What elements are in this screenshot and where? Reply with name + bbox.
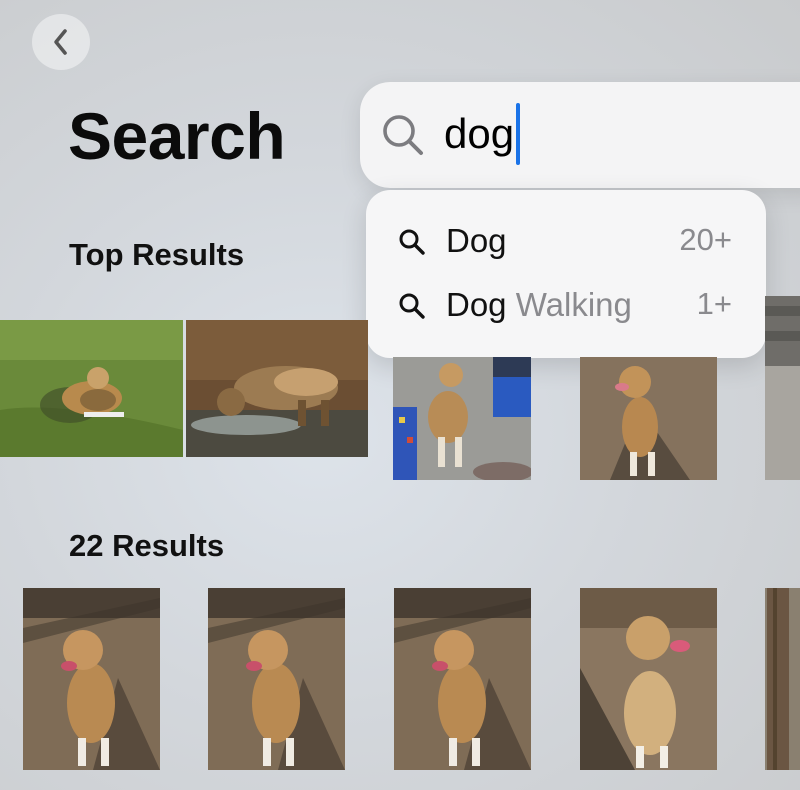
- photo-thumbnail[interactable]: [393, 357, 531, 480]
- search-bar[interactable]: [360, 82, 800, 188]
- suggestions-dropdown: Dog 20+ Dog Walking 1+: [366, 190, 766, 358]
- suggestion-label: Dog Walking: [446, 286, 632, 323]
- magnifying-glass-icon: [383, 115, 423, 155]
- search-icon: [399, 293, 425, 319]
- back-button[interactable]: [32, 14, 90, 70]
- suggestion-count: 1+: [696, 286, 732, 321]
- suggestion-dog-walking[interactable]: Dog Walking 1+: [366, 276, 766, 334]
- search-input[interactable]: [444, 102, 784, 166]
- photo-thumbnail[interactable]: [765, 296, 800, 480]
- photo-thumbnail[interactable]: [23, 588, 160, 770]
- chevron-left-icon: [54, 29, 67, 55]
- photo-thumbnail[interactable]: [765, 588, 800, 770]
- photo-thumbnail[interactable]: [208, 588, 345, 770]
- search-icon: [399, 229, 425, 255]
- photo-thumbnail[interactable]: [580, 588, 717, 770]
- top-results-title: Top Results: [69, 237, 245, 272]
- page-title: Search: [68, 99, 286, 173]
- suggestion-dog[interactable]: Dog 20+: [366, 212, 766, 270]
- suggestion-label: Dog: [446, 222, 507, 259]
- text-cursor: [516, 103, 520, 165]
- results-count-title: 22 Results: [69, 528, 225, 563]
- photo-thumbnail[interactable]: [0, 320, 183, 457]
- photo-thumbnail[interactable]: [186, 320, 368, 457]
- photo-thumbnail[interactable]: [394, 588, 531, 770]
- suggestion-count: 20+: [679, 222, 732, 257]
- photo-thumbnail[interactable]: [580, 357, 717, 480]
